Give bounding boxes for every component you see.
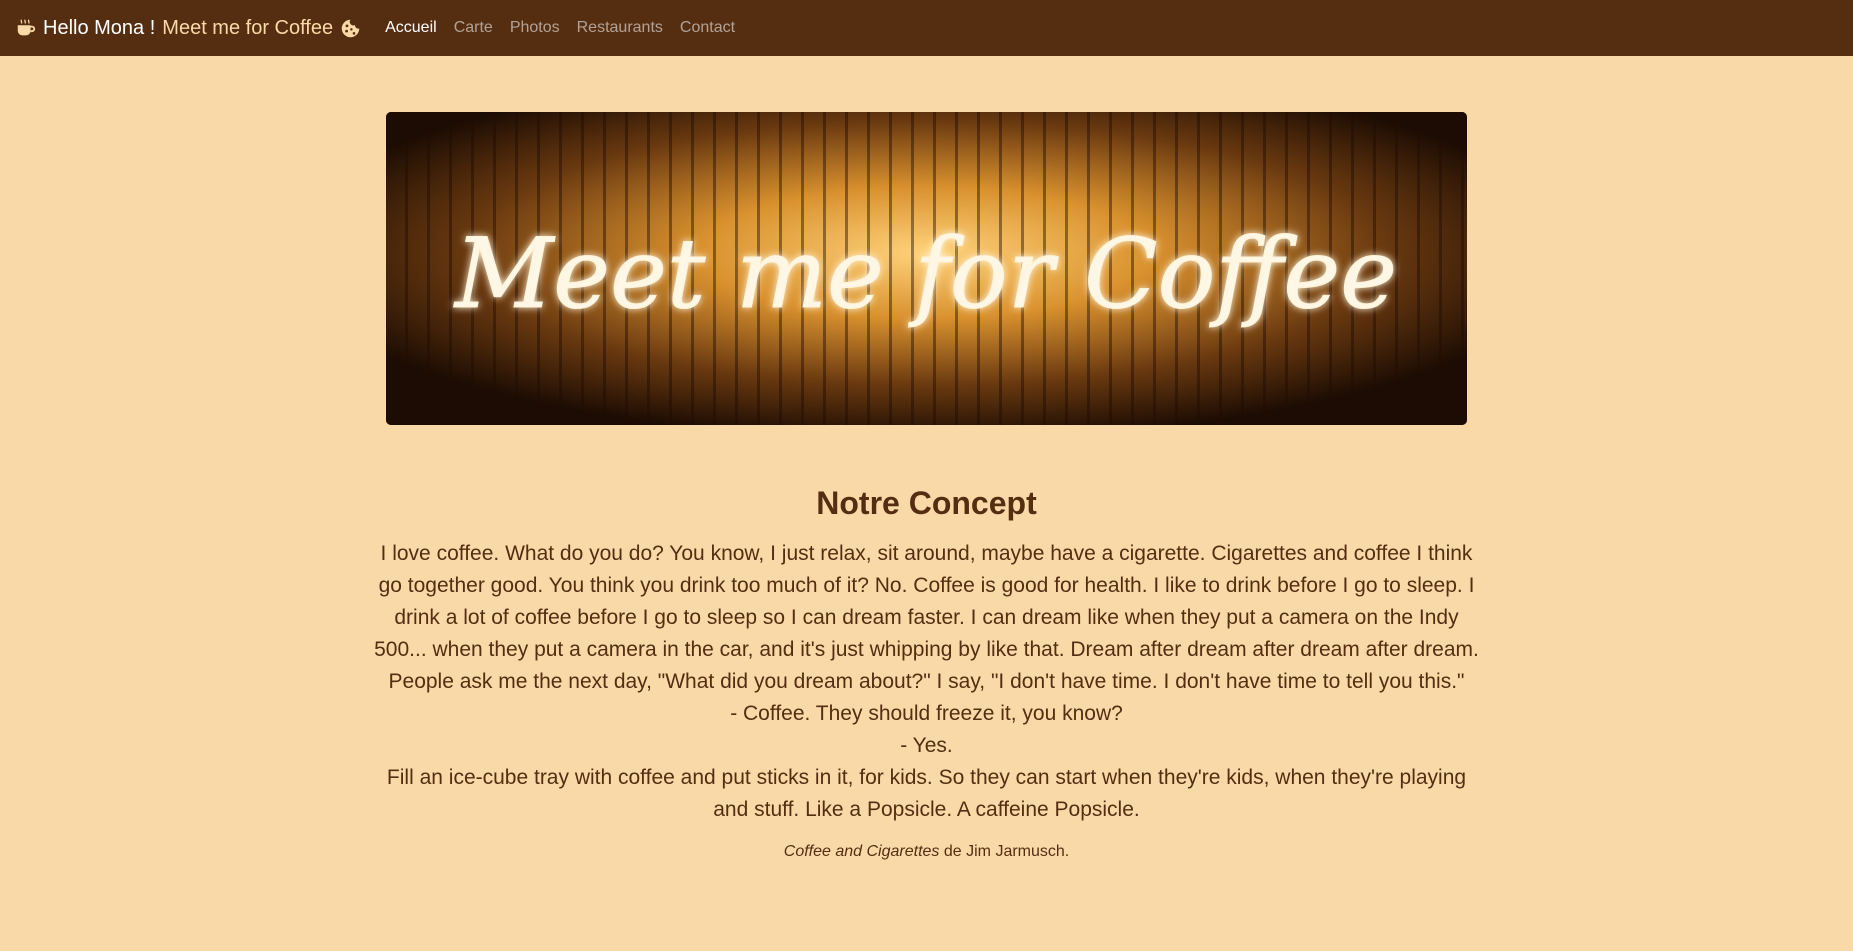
nav-links: Accueil Carte Photos Restaurants Contact [385, 19, 752, 37]
quote-line: - Yes. [900, 734, 953, 757]
navbar: Hello Mona ! Meet me for Coffee Accueil … [0, 0, 1853, 56]
concept-quote: I love coffee. What do you do? You know,… [372, 538, 1481, 826]
cookie-icon [341, 19, 360, 37]
brand-link[interactable]: Hello Mona ! Meet me for Coffee [15, 17, 361, 40]
nav-link-restaurants[interactable]: Restaurants [577, 19, 663, 37]
nav-link-photos[interactable]: Photos [510, 19, 560, 37]
nav-link-carte[interactable]: Carte [454, 19, 493, 37]
nav-link-accueil[interactable]: Accueil [385, 19, 437, 37]
hero-image: Meet me for Coffee [386, 112, 1467, 425]
credit-author: de Jim Jarmusch. [939, 843, 1070, 860]
concept-section: Notre Concept I love coffee. What do you… [372, 470, 1481, 862]
coffee-cup-icon [17, 19, 36, 36]
quote-line: - Coffee. They should freeze it, you kno… [730, 702, 1123, 725]
concept-title: Notre Concept [816, 485, 1037, 521]
quote-paragraph: Fill an ice-cube tray with coffee and pu… [386, 766, 1467, 821]
nav-link-contact[interactable]: Contact [680, 19, 735, 37]
credit-title: Coffee and Cigarettes [783, 843, 940, 860]
quote-credit: Coffee and Cigarettes de Jim Jarmusch. [372, 842, 1481, 862]
brand-greeting: Hello Mona ! [43, 16, 156, 39]
hero-sign-text: Meet me for Coffee [453, 218, 1397, 330]
quote-paragraph: I love coffee. What do you do? You know,… [374, 542, 1479, 693]
brand-tagline: Meet me for Coffee [162, 16, 334, 39]
